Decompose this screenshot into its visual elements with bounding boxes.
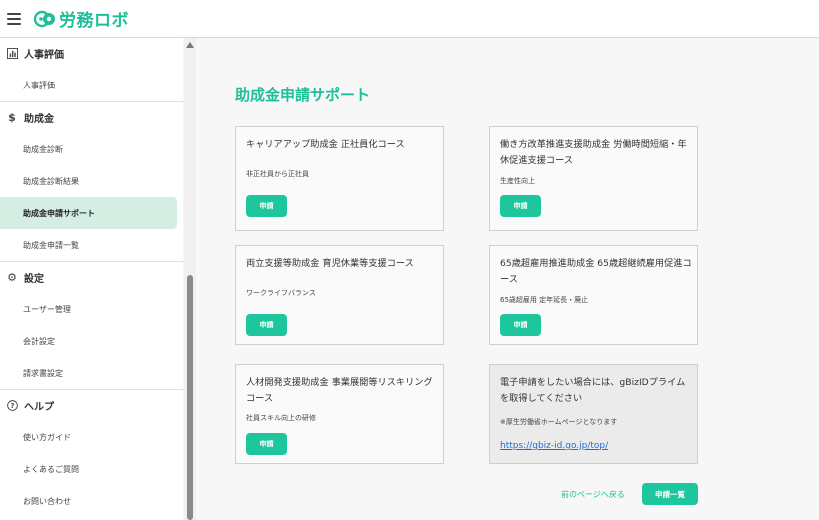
card-title: 人材開発支援助成金 事業展開等リスキリングコース	[246, 377, 433, 404]
apply-button[interactable]: 申請	[246, 314, 287, 336]
sidebar-section-label: ヘルプ	[24, 402, 54, 413]
sidebar-section-label: 設定	[24, 274, 44, 285]
subsidy-card: 働き方改革推進支援助成金 労働時間短縮・年休促進支援コース 生産性向上 申請	[489, 126, 698, 231]
chart-icon	[6, 48, 18, 60]
apply-button[interactable]: 申請	[500, 314, 541, 336]
gbiz-link[interactable]: https://gbiz-id.go.jp/top/	[500, 441, 608, 451]
sidebar-item-accounting-settings[interactable]: 会計設定	[0, 325, 183, 357]
apply-button[interactable]: 申請	[500, 195, 541, 217]
sidebar-section-help[interactable]: ? ヘルプ	[0, 389, 183, 421]
page-title: 助成金申請サポート	[235, 86, 371, 104]
card-title: 65歳超雇用推進助成金 65歳超継続雇用促進コース	[500, 258, 692, 285]
card-subtitle: 非正社員から正社員	[246, 170, 309, 178]
svg-text:?: ?	[10, 402, 14, 410]
sidebar-item-usage-guide[interactable]: 使い方ガイド	[0, 421, 183, 453]
gbiz-info-text: 電子申請をしたい場合には、gBizIDプライムを取得してください	[500, 377, 686, 404]
logo-icon	[34, 10, 55, 27]
menu-icon[interactable]	[7, 12, 21, 25]
card-subtitle: 65歳超雇用 定年延長・廃止	[500, 296, 589, 304]
scroll-thumb[interactable]	[187, 275, 193, 520]
subsidy-card: 人材開発支援助成金 事業展開等リスキリングコース 社員スキル向上の研修 申請	[235, 364, 444, 464]
sidebar-item-subsidy-application-list[interactable]: 助成金申請一覧	[0, 229, 183, 261]
sidebar-section-label: 人事評価	[24, 50, 64, 61]
logo-text: 労務ロボ	[59, 11, 129, 31]
sidebar-item-subsidy-diagnosis[interactable]: 助成金診断	[0, 133, 183, 165]
dollar-icon: $	[8, 111, 16, 124]
card-title: キャリアアップ助成金 正社員化コース	[246, 139, 405, 150]
sidebar-item-user-management[interactable]: ユーザー管理	[0, 293, 183, 325]
sidebar-item-invoice-settings[interactable]: 請求書設定	[0, 357, 183, 389]
sidebar-section-settings[interactable]: ⚙ 設定	[0, 261, 183, 293]
scroll-up-icon[interactable]	[186, 42, 194, 48]
gear-icon: ⚙	[7, 271, 17, 284]
help-circle-icon: ?	[6, 400, 18, 412]
sidebar: 人事評価 人事評価 $ 助成金 助成金診断 助成金診断結果 助成金申請サポート …	[0, 38, 183, 520]
card-subtitle: 生産性向上	[500, 177, 535, 185]
sidebar-scrollbar[interactable]	[184, 38, 196, 520]
card-title: 働き方改革推進支援助成金 労働時間短縮・年休促進支援コース	[500, 139, 687, 166]
apply-button[interactable]: 申請	[246, 195, 287, 217]
subsidy-card: 両立支援等助成金 育児休業等支援コース ワークライフバランス 申請	[235, 245, 444, 345]
gbiz-info-card: 電子申請をしたい場合には、gBizIDプライムを取得してください ※厚生労働省ホ…	[489, 364, 698, 464]
sidebar-section-subsidy[interactable]: $ 助成金	[0, 101, 183, 133]
back-link[interactable]: 前のページへ戻る	[561, 489, 625, 500]
sidebar-item-subsidy-application-support[interactable]: 助成金申請サポート	[0, 197, 177, 229]
subsidy-card: キャリアアップ助成金 正社員化コース 非正社員から正社員 申請	[235, 126, 444, 231]
card-title: 両立支援等助成金 育児休業等支援コース	[246, 258, 414, 269]
top-header: 労務ロボ	[0, 0, 819, 38]
sidebar-item-contact[interactable]: お問い合わせ	[0, 485, 183, 517]
sidebar-item-faq[interactable]: よくあるご質問	[0, 453, 183, 485]
card-subtitle: 社員スキル向上の研修	[246, 414, 316, 422]
application-list-button[interactable]: 申請一覧	[642, 483, 698, 505]
logo[interactable]: 労務ロボ	[34, 6, 129, 31]
subsidy-card: 65歳超雇用推進助成金 65歳超継続雇用促進コース 65歳超雇用 定年延長・廃止…	[489, 245, 698, 345]
sidebar-item-subsidy-diagnosis-result[interactable]: 助成金診断結果	[0, 165, 183, 197]
gbiz-note: ※厚生労働省ホームページとなります	[500, 418, 618, 426]
sidebar-item-hr-eval[interactable]: 人事評価	[0, 69, 183, 101]
apply-button[interactable]: 申請	[246, 433, 287, 455]
sidebar-section-label: 助成金	[24, 114, 54, 125]
sidebar-section-hr-eval[interactable]: 人事評価	[0, 38, 183, 69]
card-subtitle: ワークライフバランス	[246, 289, 316, 297]
